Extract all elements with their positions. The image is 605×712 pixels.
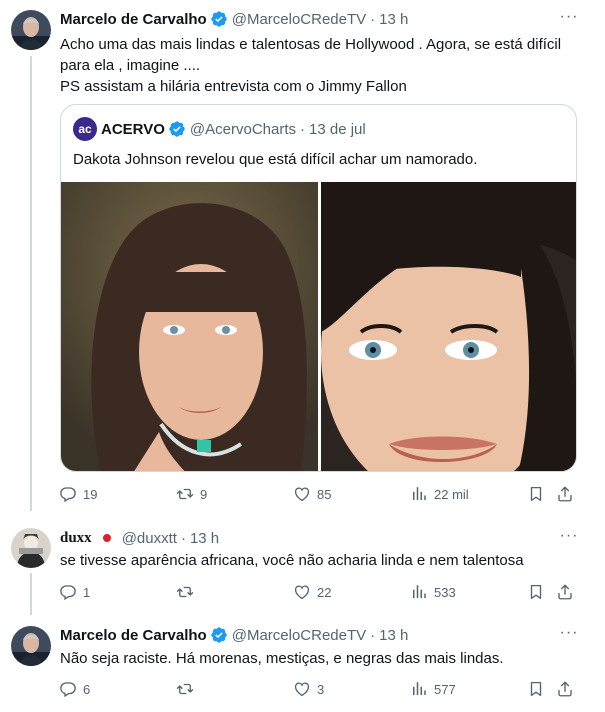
timestamp[interactable]: 13 h	[379, 11, 408, 28]
reply-icon	[59, 680, 77, 698]
views-icon	[410, 583, 428, 601]
views-button[interactable]: 577	[410, 679, 456, 699]
tweet-3[interactable]: Marcelo de Carvalho @MarceloCRedeTV · 13…	[0, 615, 605, 712]
more-options-icon[interactable]: ···	[559, 9, 579, 30]
views-count: 22 mil	[434, 486, 469, 502]
bookmark-icon	[527, 680, 545, 698]
reply-icon	[59, 583, 77, 601]
verified-badge-icon	[168, 120, 186, 138]
tweet-text: Não seja raciste. Há morenas, mestiças, …	[60, 650, 504, 667]
author-handle[interactable]: @MarceloCRedeTV	[232, 11, 366, 28]
retweet-button[interactable]	[176, 679, 200, 699]
views-button[interactable]: 533	[410, 582, 456, 602]
jp-flag-icon	[95, 530, 118, 546]
avatar[interactable]	[11, 626, 51, 666]
views-button[interactable]: 22 mil	[410, 484, 469, 504]
timestamp[interactable]: 13 h	[190, 530, 219, 547]
bookmark-button[interactable]	[527, 484, 551, 504]
retweet-icon	[176, 583, 194, 601]
views-icon	[410, 485, 428, 503]
reply-count: 1	[83, 584, 91, 600]
separator-dot: ·	[370, 10, 376, 28]
share-button[interactable]	[556, 679, 580, 699]
quoted-tweet[interactable]: ac ACERVO @AcervoCharts · 13 de jul Dako…	[60, 104, 577, 472]
thread-line	[30, 573, 32, 615]
views-count: 577	[434, 681, 456, 697]
views-icon	[410, 680, 428, 698]
like-icon	[293, 680, 311, 698]
avatar[interactable]	[11, 10, 51, 50]
timestamp[interactable]: 13 h	[379, 627, 408, 644]
tweet-text-line: PS assistam a hilária entrevista com o J…	[60, 78, 407, 95]
tweet-text-line: para ela , imagine ....	[60, 57, 201, 74]
share-icon	[556, 485, 574, 503]
media-image-1[interactable]	[61, 182, 319, 471]
thread-line	[30, 56, 32, 511]
retweet-icon	[176, 485, 194, 503]
retweet-count: 9	[200, 486, 208, 502]
tweet-actions: 1 22 533	[53, 582, 583, 602]
avatar[interactable]	[11, 528, 51, 568]
like-count: 22	[317, 584, 332, 600]
tweet-actions: 6 3 577	[53, 679, 583, 699]
author-handle[interactable]: @MarceloCRedeTV	[232, 627, 366, 644]
tweet-header: Marcelo de Carvalho @MarceloCRedeTV · 13…	[60, 9, 408, 29]
tweet-1[interactable]: Marcelo de Carvalho @MarceloCRedeTV · 13…	[0, 0, 605, 515]
author-name[interactable]: duxx	[60, 530, 92, 547]
retweet-icon	[176, 680, 194, 698]
views-count: 533	[434, 584, 456, 600]
quoted-date: 13 de jul	[309, 120, 366, 138]
like-count: 3	[317, 681, 325, 697]
share-button[interactable]	[556, 582, 580, 602]
reply-button[interactable]: 1	[59, 582, 90, 602]
tweet-header: duxx @duxxtt · 13 h	[60, 528, 219, 548]
like-button[interactable]: 3	[293, 679, 324, 699]
retweet-button[interactable]: 9	[176, 484, 207, 504]
like-button[interactable]: 85	[293, 484, 331, 504]
like-count: 85	[317, 486, 332, 502]
tweet-actions: 19 9 85 22 mil	[53, 484, 583, 504]
like-icon	[293, 583, 311, 601]
quoted-tweet-header: ac ACERVO @AcervoCharts · 13 de jul	[73, 117, 366, 141]
verified-badge-icon	[210, 626, 228, 644]
more-options-icon[interactable]: ···	[559, 528, 579, 549]
separator-dot: ·	[180, 529, 186, 547]
reply-button[interactable]: 6	[59, 679, 90, 699]
quoted-author-handle: @AcervoCharts	[189, 120, 296, 138]
like-icon	[293, 485, 311, 503]
bookmark-icon	[527, 583, 545, 601]
reply-count: 6	[83, 681, 91, 697]
tweet-header: Marcelo de Carvalho @MarceloCRedeTV · 13…	[60, 625, 408, 645]
tweet-text: se tivesse aparência africana, você não …	[60, 552, 524, 569]
reply-count: 19	[83, 486, 98, 502]
author-name[interactable]: Marcelo de Carvalho	[60, 627, 207, 644]
media-grid	[61, 182, 576, 471]
quoted-avatar: ac	[73, 117, 97, 141]
share-button[interactable]	[556, 484, 580, 504]
separator-dot: ·	[370, 626, 376, 644]
tweet-text: Acho uma das mais lindas e talentosas de…	[60, 34, 580, 97]
verified-badge-icon	[210, 10, 228, 28]
media-image-2[interactable]	[320, 182, 576, 471]
author-handle[interactable]: @duxxtt	[122, 530, 177, 547]
tweet-2[interactable]: duxx @duxxtt · 13 h ··· se tivesse aparê…	[0, 515, 605, 615]
author-name[interactable]: Marcelo de Carvalho	[60, 11, 207, 28]
separator-dot: ·	[300, 120, 305, 138]
retweet-button[interactable]	[176, 582, 200, 602]
reply-button[interactable]: 19	[59, 484, 97, 504]
share-icon	[556, 680, 574, 698]
bookmark-button[interactable]	[527, 582, 551, 602]
like-button[interactable]: 22	[293, 582, 331, 602]
bookmark-icon	[527, 485, 545, 503]
bookmark-button[interactable]	[527, 679, 551, 699]
share-icon	[556, 583, 574, 601]
quoted-author-name: ACERVO	[101, 120, 165, 138]
quoted-tweet-text: Dakota Johnson revelou que está difícil …	[73, 151, 478, 168]
tweet-text-line: Acho uma das mais lindas e talentosas de…	[60, 36, 562, 53]
reply-icon	[59, 485, 77, 503]
more-options-icon[interactable]: ···	[559, 625, 579, 646]
